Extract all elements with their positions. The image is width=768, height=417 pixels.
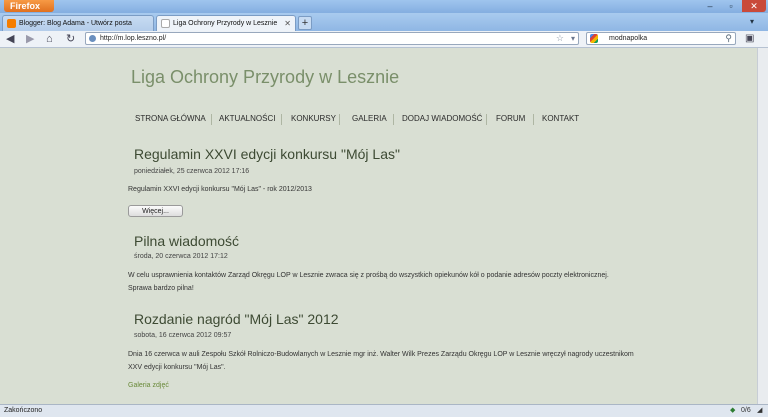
menu-icon[interactable]: ▣: [745, 32, 754, 46]
post-title[interactable]: Rozdanie nagród "Mój Las" 2012: [134, 311, 339, 327]
nav-item-contests[interactable]: KONKURSY: [291, 114, 336, 123]
nav-separator: [533, 114, 534, 125]
url-text: http://m.lop.leszno.pl/: [100, 35, 167, 42]
post-text: Regulamin XXVI edycji konkursu "Mój Las"…: [128, 186, 312, 193]
tab-lop[interactable]: Liga Ochrony Przyrody w Lesznie ✕: [156, 15, 296, 31]
resize-grip-icon[interactable]: ◢: [757, 406, 762, 416]
nav-separator: [393, 114, 394, 125]
read-more-button[interactable]: Więcej...: [128, 205, 183, 217]
nav-item-forum[interactable]: FORUM: [496, 114, 525, 123]
window-titlebar: Firefox – ▫ ✕: [0, 0, 768, 13]
addon-icon[interactable]: ◆: [730, 406, 735, 416]
url-input[interactable]: http://m.lop.leszno.pl/ ☆ ▾: [85, 32, 579, 45]
tab-label: Liga Ochrony Przyrody w Lesznie: [173, 20, 278, 27]
post-date: poniedziałek, 25 czerwca 2012 17:16: [134, 168, 250, 175]
post-title[interactable]: Pilna wiadomość: [134, 233, 239, 249]
nav-separator: [339, 114, 340, 125]
status-text: Zakończono: [4, 407, 43, 414]
new-tab-button[interactable]: +: [298, 16, 312, 30]
blogger-icon: [7, 19, 16, 28]
nav-item-news[interactable]: AKTUALNOŚCI: [219, 114, 275, 123]
search-text: modnapolka: [609, 35, 648, 42]
dropdown-arrow-icon[interactable]: ▾: [571, 33, 575, 44]
post-text: Dnia 16 czerwca w auli Zespołu Szkół Rol…: [128, 351, 634, 371]
search-icon[interactable]: ⚲: [725, 33, 732, 44]
post-text: W celu usprawnienia kontaktów Zarząd Okr…: [128, 272, 609, 292]
home-icon[interactable]: ⌂: [46, 32, 53, 46]
back-icon[interactable]: ◀: [6, 32, 14, 46]
status-counter: 0/6: [741, 407, 751, 414]
nav-separator: [211, 114, 212, 125]
close-tab-icon[interactable]: ✕: [284, 16, 291, 31]
status-bar: Zakończono ◆ 0/6 ◢: [0, 404, 768, 417]
maximize-icon[interactable]: ▫: [721, 0, 741, 12]
nav-item-home[interactable]: STRONA GŁÓWNA: [135, 114, 206, 123]
close-window-icon[interactable]: ✕: [742, 0, 766, 12]
reload-icon[interactable]: ↻: [66, 32, 75, 46]
tab-bar: Blogger: Blog Adama - Utwórz posta Liga …: [0, 13, 768, 31]
post-title[interactable]: Regulamin XXVI edycji konkursu "Mój Las": [134, 146, 400, 162]
nav-separator: [486, 114, 487, 125]
page-content: Liga Ochrony Przyrody w Lesznie STRONA G…: [0, 48, 768, 404]
gallery-link[interactable]: Galeria zdjęć: [128, 382, 169, 389]
nav-item-add-news[interactable]: DODAJ WIADOMOŚĆ: [402, 114, 482, 123]
tab-label: Blogger: Blog Adama - Utwórz posta: [19, 20, 132, 27]
site-title: Liga Ochrony Przyrody w Lesznie: [131, 67, 400, 87]
search-engine-icon[interactable]: [590, 34, 598, 43]
tab-blogger[interactable]: Blogger: Blog Adama - Utwórz posta: [2, 15, 154, 31]
vertical-scrollbar[interactable]: [757, 48, 768, 404]
bookmark-star-icon[interactable]: ☆: [556, 33, 564, 44]
minimize-icon[interactable]: –: [700, 0, 720, 12]
firefox-menu-button[interactable]: Firefox: [4, 0, 54, 12]
post-date: środa, 20 czerwca 2012 17:12: [134, 253, 228, 260]
post-date: sobota, 16 czerwca 2012 09:57: [134, 332, 232, 339]
list-all-tabs-icon[interactable]: ▾: [750, 17, 754, 26]
forward-icon[interactable]: ▶: [26, 32, 34, 46]
site-identity-icon[interactable]: [89, 35, 96, 42]
nav-separator: [281, 114, 282, 125]
nav-item-gallery[interactable]: GALERIA: [352, 114, 387, 123]
page-icon: [161, 19, 170, 28]
nav-item-contact[interactable]: KONTAKT: [542, 114, 579, 123]
navigation-toolbar: ◀ ▶ ⌂ ↻ http://m.lop.leszno.pl/ ☆ ▾ modn…: [0, 31, 768, 48]
search-input[interactable]: modnapolka ⚲: [586, 32, 736, 45]
